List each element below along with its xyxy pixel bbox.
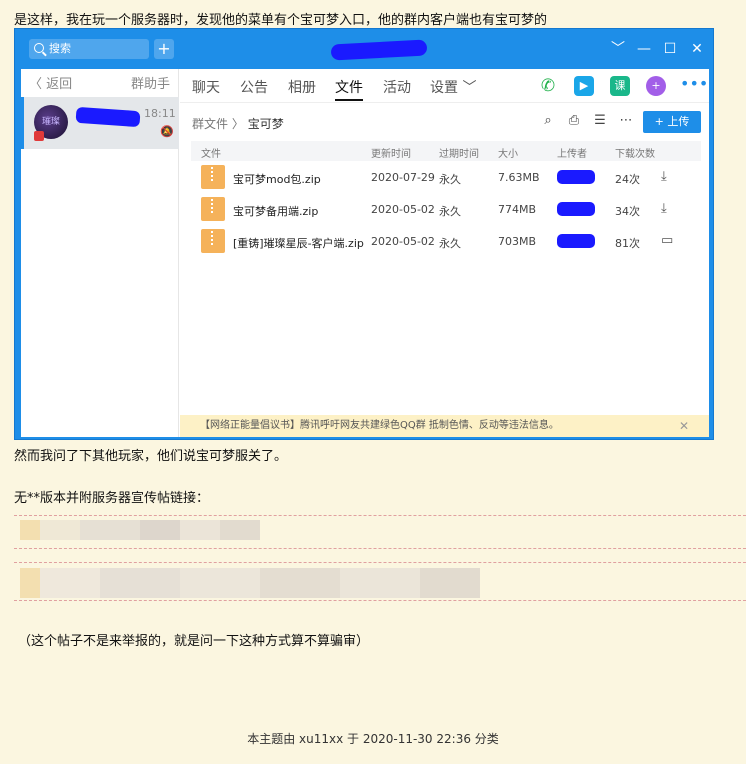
search-icon[interactable]: ⌕ bbox=[540, 113, 556, 128]
post-intro-text: 是这样，我在玩一个服务器时，发现他的菜单有个宝可梦入口，他的群内客户端也有宝可梦… bbox=[14, 13, 548, 28]
breadcrumb-current: 宝可梦 bbox=[247, 117, 284, 131]
tab-album[interactable]: 相册 bbox=[288, 77, 316, 97]
zip-file-icon bbox=[201, 229, 225, 253]
notice-text: 【网络正能量倡议书】腾讯呼吁网友共建绿色QQ群 抵制色情、反动等违法信息。 bbox=[200, 420, 559, 431]
tab-files[interactable]: 文件 bbox=[335, 77, 363, 101]
conversation-panel: 〈 返回 群助手 璀璨 18:11 🔕 bbox=[21, 69, 179, 437]
more-icon[interactable]: ⋯ bbox=[618, 113, 634, 128]
qq-titlebar: 搜索 + ﹀ — ☐ ✕ bbox=[15, 29, 715, 69]
close-button[interactable]: ✕ bbox=[688, 40, 706, 58]
post-followup-text: 然而我问了下其他玩家，他们说宝可梦服关了。 bbox=[14, 449, 288, 464]
video-icon[interactable]: ▶ bbox=[574, 76, 594, 96]
column-header-updated[interactable]: 更新时间 bbox=[371, 145, 411, 160]
breadcrumb: 群文件 〉 宝可梦 bbox=[192, 115, 284, 132]
table-row[interactable]: 宝可梦mod包.zip 2020-07-29 永久 7.63MB 24次 ⤓ bbox=[191, 161, 701, 193]
file-date: 2020-05-02 bbox=[371, 203, 435, 216]
file-size: 7.63MB bbox=[498, 171, 540, 184]
divider bbox=[14, 515, 746, 516]
upload-button[interactable]: + 上传 bbox=[643, 111, 701, 133]
search-icon bbox=[34, 43, 44, 53]
search-input[interactable]: 搜索 bbox=[29, 39, 149, 59]
zip-file-icon bbox=[201, 165, 225, 189]
column-header-size[interactable]: 大小 bbox=[498, 145, 518, 160]
tab-settings[interactable]: 设置 ﹀ bbox=[430, 77, 476, 97]
conversation-time: 18:11 bbox=[144, 107, 176, 120]
file-size: 774MB bbox=[498, 203, 537, 216]
maximize-button[interactable]: ☐ bbox=[661, 40, 679, 58]
qq-body: 〈 返回 群助手 璀璨 18:11 🔕 聊天 公告 相册 文件 活动 设置 ﹀ … bbox=[21, 69, 709, 437]
column-header-downloads[interactable]: 下载次数 bbox=[615, 145, 655, 160]
file-date: 2020-07-29 bbox=[371, 171, 435, 184]
file-size: 703MB bbox=[498, 235, 537, 248]
qq-window-screenshot: 搜索 + ﹀ — ☐ ✕ 〈 返回 群助手 璀璨 18:11 🔕 聊天 公告 相… bbox=[14, 28, 714, 440]
download-icon[interactable]: ⤓ bbox=[661, 169, 667, 184]
redacted-group-name bbox=[75, 106, 141, 128]
file-expire: 永久 bbox=[439, 173, 461, 186]
tab-chat[interactable]: 聊天 bbox=[192, 77, 220, 97]
phone-icon[interactable]: ✆ bbox=[538, 76, 558, 96]
redacted-uploader bbox=[557, 202, 595, 216]
file-name: [重铸]璀璨星辰-客户端.zip bbox=[233, 237, 364, 250]
class-icon[interactable]: 课 bbox=[610, 76, 630, 96]
divider bbox=[14, 548, 746, 549]
conversation-item[interactable]: 璀璨 18:11 🔕 bbox=[21, 97, 179, 149]
chevron-down-icon[interactable]: ﹀ bbox=[609, 40, 627, 58]
back-button[interactable]: 〈 返回 bbox=[29, 73, 72, 92]
post-question-text: （这个帖子不是来举报的，就是问一下这种方式算不算骗审） bbox=[18, 634, 370, 649]
breadcrumb-separator: 〉 bbox=[231, 117, 244, 131]
minimize-button[interactable]: — bbox=[635, 40, 653, 58]
file-downloads: 81次 bbox=[615, 237, 640, 250]
divider bbox=[14, 562, 746, 563]
file-expire: 永久 bbox=[439, 237, 461, 250]
file-name: 宝可梦mod包.zip bbox=[233, 173, 321, 186]
column-header-uploader[interactable]: 上传者 bbox=[557, 145, 587, 160]
close-icon[interactable]: ✕ bbox=[679, 415, 689, 437]
zip-file-icon bbox=[201, 197, 225, 221]
download-icon[interactable]: ⤓ bbox=[661, 201, 667, 216]
breadcrumb-root[interactable]: 群文件 bbox=[192, 117, 228, 131]
group-tabs: 聊天 公告 相册 文件 活动 设置 ﹀ ✆ ▶ 课 + ••• bbox=[180, 69, 709, 103]
file-table: 文件 更新时间 过期时间 大小 上传者 下载次数 宝可梦mod包.zip 202… bbox=[191, 141, 701, 257]
column-header-expire[interactable]: 过期时间 bbox=[439, 145, 479, 160]
search-placeholder: 搜索 bbox=[49, 42, 71, 55]
more-icon[interactable]: ••• bbox=[680, 74, 708, 94]
table-row[interactable]: [重铸]璀璨星辰-客户端.zip 2020-05-02 永久 703MB 81次… bbox=[191, 225, 701, 257]
file-date: 2020-05-02 bbox=[371, 235, 435, 248]
notice-bar: 【网络正能量倡议书】腾讯呼吁网友共建绿色QQ群 抵制色情、反动等违法信息。 ✕ bbox=[180, 415, 709, 437]
file-expire: 永久 bbox=[439, 205, 461, 218]
plus-app-icon[interactable]: + bbox=[646, 76, 666, 96]
file-downloads: 24次 bbox=[615, 173, 640, 186]
file-name: 宝可梦备用端.zip bbox=[233, 205, 319, 218]
group-badge-icon bbox=[34, 131, 44, 141]
pixelated-link-1 bbox=[20, 520, 260, 540]
add-button[interactable]: + bbox=[154, 39, 174, 59]
redacted-group-title bbox=[330, 39, 428, 61]
post-links-intro-text: 无**版本并附服务器宣传帖链接： bbox=[14, 491, 210, 506]
divider bbox=[14, 600, 746, 601]
file-downloads: 34次 bbox=[615, 205, 640, 218]
group-main-panel: 聊天 公告 相册 文件 活动 设置 ﹀ ✆ ▶ 课 + ••• 群文件 〉 宝可… bbox=[180, 69, 709, 437]
list-icon[interactable]: ☰ bbox=[592, 113, 608, 128]
tab-activity[interactable]: 活动 bbox=[383, 77, 411, 97]
group-assistant-link[interactable]: 群助手 bbox=[131, 73, 170, 92]
post-footer: 本主题由 xu11xx 于 2020-11-30 22:36 分类 bbox=[247, 732, 499, 746]
table-header: 文件 更新时间 过期时间 大小 上传者 下载次数 bbox=[191, 141, 701, 161]
inbox-icon[interactable]: ⎙ bbox=[566, 113, 582, 128]
pixelated-link-2 bbox=[20, 568, 480, 598]
tab-notice[interactable]: 公告 bbox=[240, 77, 268, 97]
mute-icon: 🔕 bbox=[160, 125, 174, 138]
table-row[interactable]: 宝可梦备用端.zip 2020-05-02 永久 774MB 34次 ⤓ bbox=[191, 193, 701, 225]
redacted-uploader bbox=[557, 234, 595, 248]
redacted-uploader bbox=[557, 170, 595, 184]
column-header-file[interactable]: 文件 bbox=[201, 145, 221, 160]
folder-icon[interactable]: ▭ bbox=[661, 233, 673, 248]
